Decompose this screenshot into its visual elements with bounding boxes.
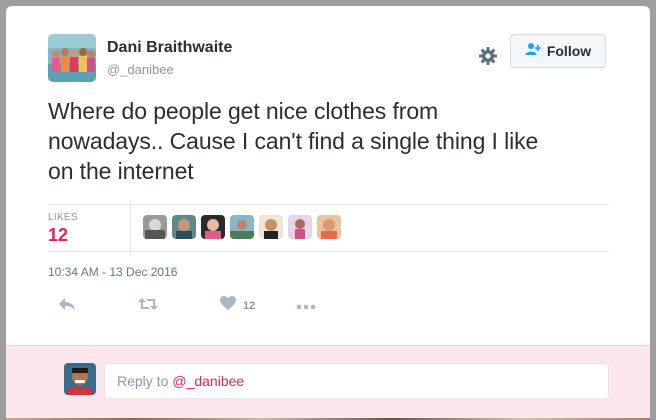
more-icon bbox=[296, 297, 316, 315]
gear-icon[interactable] bbox=[478, 46, 498, 66]
likes-stat[interactable]: LIKES 12 bbox=[48, 205, 131, 251]
liker-avatar[interactable] bbox=[172, 215, 196, 239]
tweet-text-line: nowadays.. Cause I can't find a single t… bbox=[48, 128, 539, 154]
tweet-header: Dani Braithwaite @_danibee Follow bbox=[48, 34, 614, 86]
tweet-stats: LIKES 12 bbox=[48, 204, 609, 252]
reply-bar: Reply to @_danibee bbox=[6, 345, 650, 420]
liker-avatar[interactable] bbox=[201, 215, 225, 239]
reply-input[interactable]: Reply to @_danibee bbox=[104, 363, 609, 399]
likes-label: LIKES bbox=[48, 212, 78, 223]
reply-mention: @_danibee bbox=[172, 373, 245, 389]
liker-avatar[interactable] bbox=[317, 215, 341, 239]
like-button[interactable]: 12 bbox=[220, 296, 255, 316]
more-button[interactable] bbox=[296, 296, 316, 316]
likes-count: 12 bbox=[48, 225, 69, 245]
retweet-icon bbox=[138, 296, 158, 317]
tweet-permalink-overlay: Dani Braithwaite @_danibee Follow Where … bbox=[0, 0, 656, 420]
author-avatar[interactable] bbox=[48, 34, 96, 82]
author-screen-name[interactable]: @_danibee bbox=[107, 62, 174, 77]
liker-avatar[interactable] bbox=[230, 215, 254, 239]
tweet-text-line: Where do people get nice clothes from bbox=[48, 98, 439, 124]
follow-label: Follow bbox=[546, 43, 592, 59]
tweet-timestamp[interactable]: 10:34 AM - 13 Dec 2016 bbox=[48, 265, 177, 279]
liker-avatar[interactable] bbox=[143, 215, 167, 239]
reply-icon bbox=[58, 296, 76, 317]
tweet-text-line: on the internet bbox=[48, 158, 194, 184]
heart-icon bbox=[220, 296, 236, 316]
retweet-button[interactable] bbox=[138, 296, 158, 316]
liker-avatar[interactable] bbox=[259, 215, 283, 239]
tweet-actions: 12 bbox=[48, 296, 348, 316]
follow-button[interactable]: Follow bbox=[510, 34, 606, 68]
reply-prefix: Reply to bbox=[117, 373, 169, 389]
like-count: 12 bbox=[243, 300, 256, 312]
liker-avatar[interactable] bbox=[288, 215, 312, 239]
tweet-card: Dani Braithwaite @_danibee Follow Where … bbox=[6, 6, 650, 420]
reply-button[interactable] bbox=[58, 296, 76, 316]
avatar bbox=[64, 363, 96, 395]
author-display-name[interactable]: Dani Braithwaite bbox=[107, 39, 232, 57]
tweet-text: Where do people get nice clothes from no… bbox=[48, 96, 614, 186]
add-user-icon bbox=[525, 42, 541, 61]
